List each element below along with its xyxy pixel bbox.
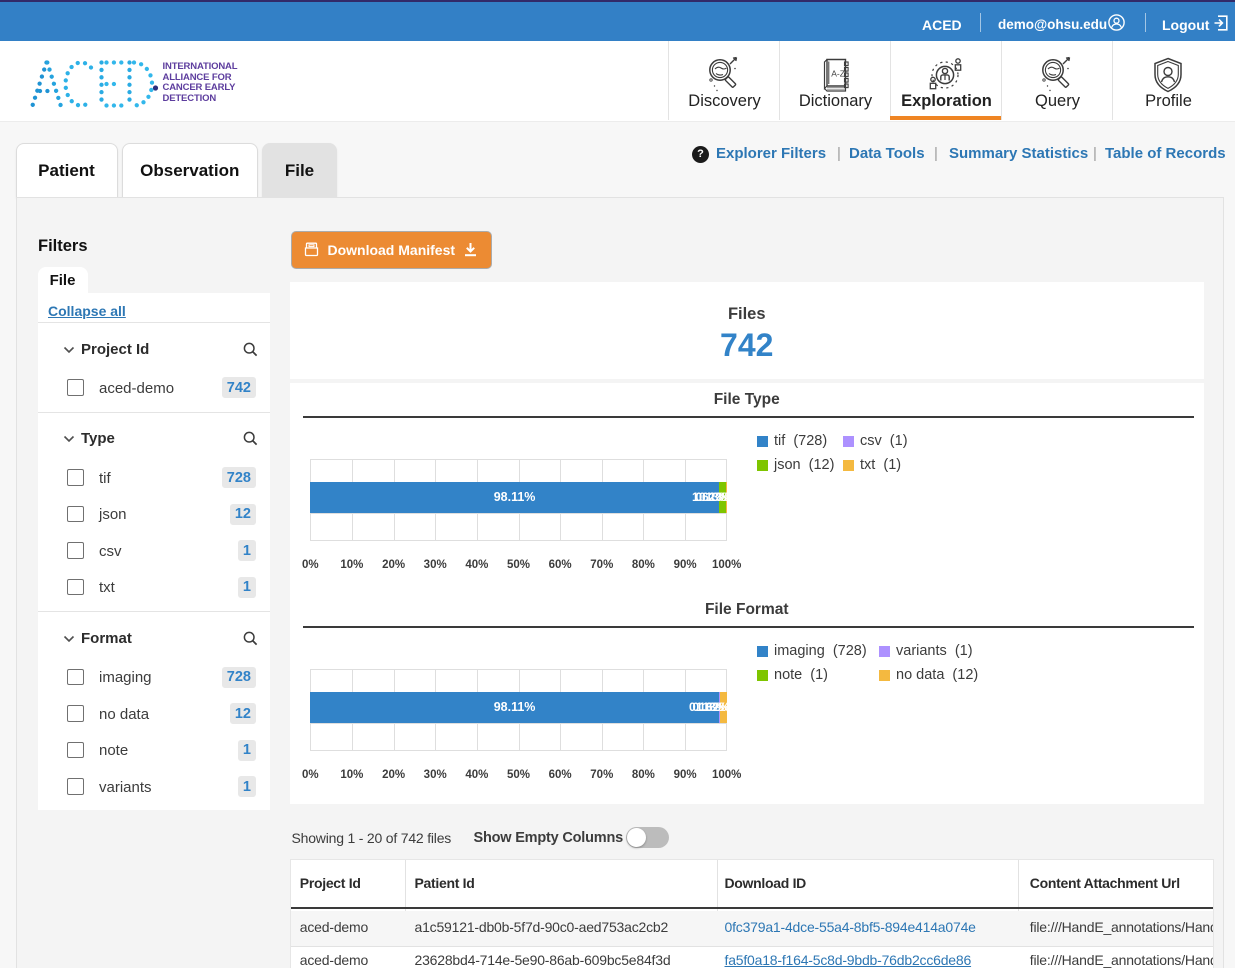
svg-text:A-Z: A-Z: [831, 69, 845, 79]
